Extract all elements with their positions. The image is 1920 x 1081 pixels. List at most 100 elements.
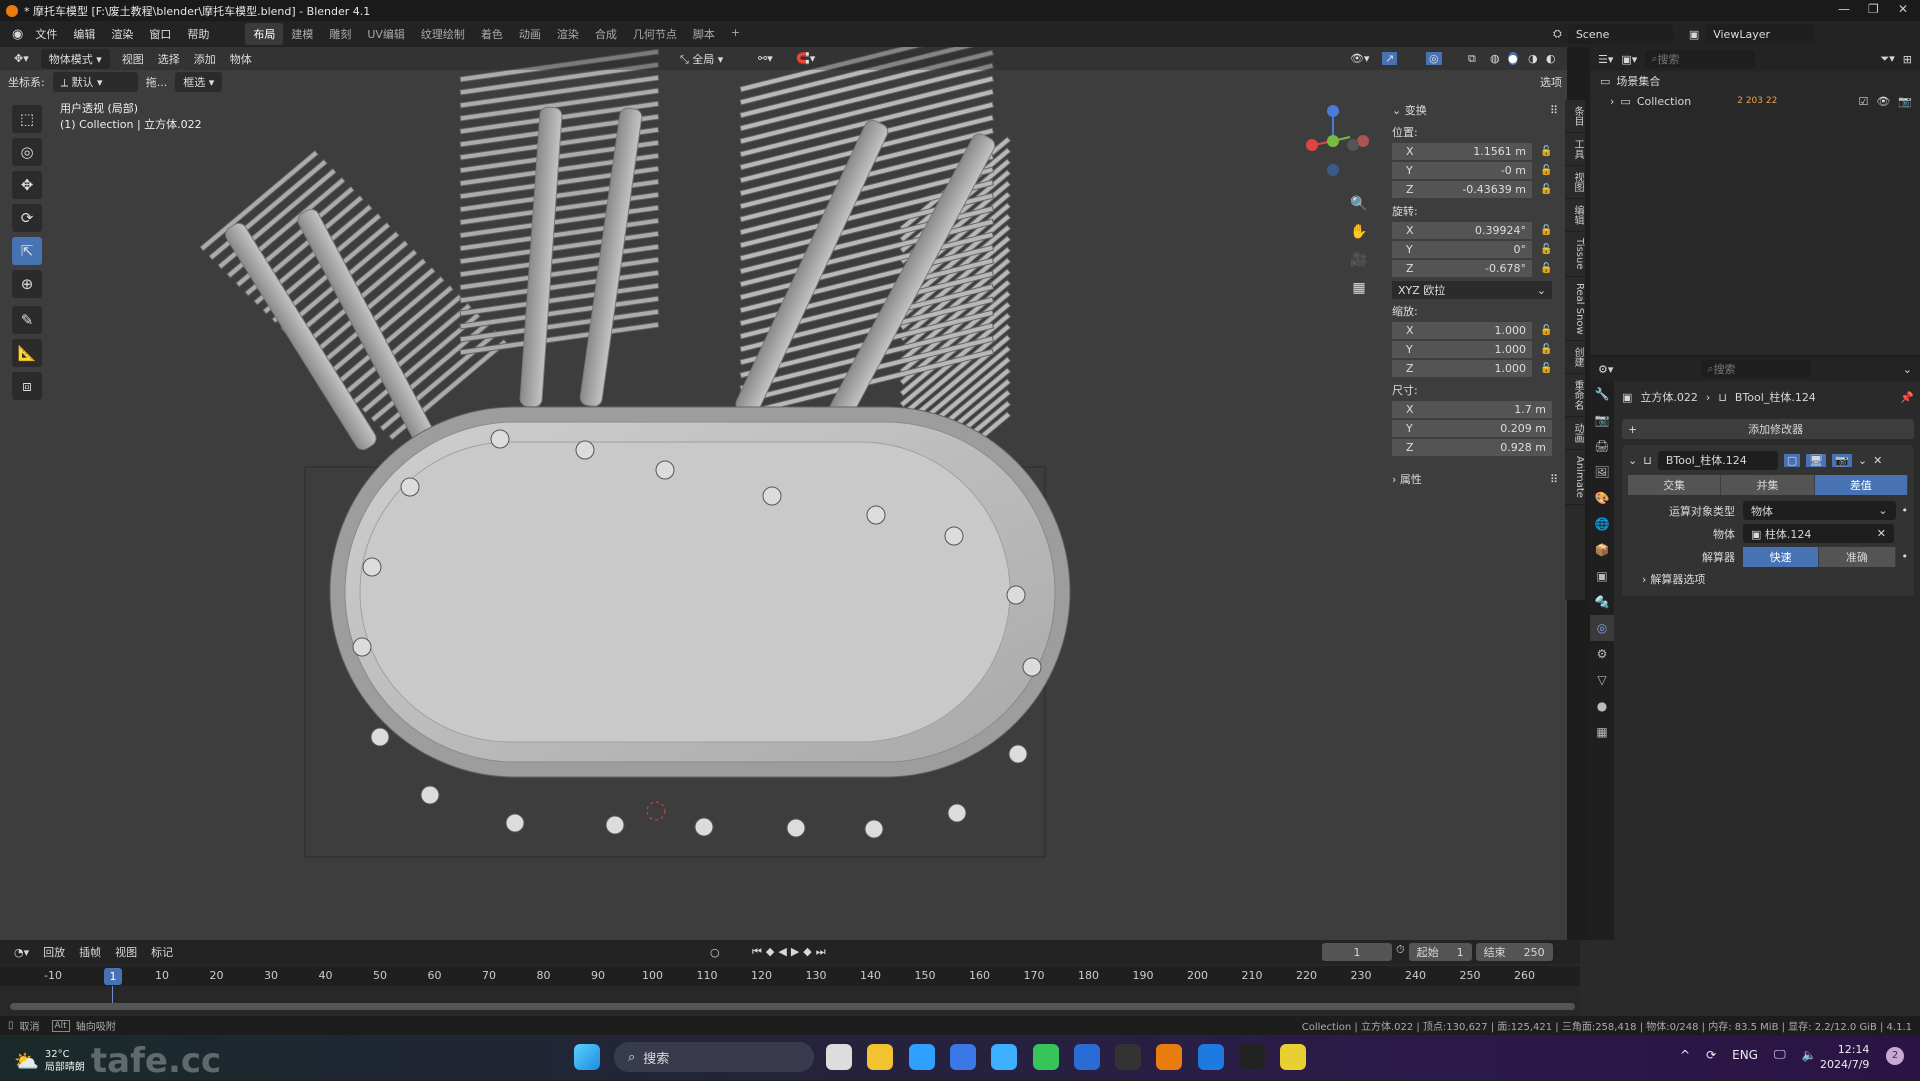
steam-icon[interactable] xyxy=(1115,1044,1142,1070)
menu-item[interactable]: 渲染 xyxy=(103,26,141,42)
solver-button[interactable]: 快速 xyxy=(1743,546,1820,567)
blender-menu-icon[interactable]: ◉ xyxy=(12,27,23,42)
store-icon[interactable] xyxy=(867,1044,894,1070)
edge-icon[interactable] xyxy=(1032,1044,1059,1070)
lock-icon[interactable]: 🔓 xyxy=(1540,263,1552,274)
timeline-menu[interactable]: 视图 xyxy=(115,944,137,960)
solver-options-section[interactable]: › 解算器选项 xyxy=(1628,568,1908,590)
modifier-menu-icon[interactable]: ⌄ xyxy=(1858,454,1867,467)
timeline-menu[interactable]: 标记 xyxy=(151,944,173,960)
properties-tab-icon[interactable]: 📦 xyxy=(1590,537,1614,563)
collection-row[interactable]: › ▭ Collection 2 203 22 ☑ 👁 📷 xyxy=(1590,91,1920,111)
transform-orientation-dropdown[interactable]: ⤡ 全局 ▾ xyxy=(680,51,723,67)
coord-system-dropdown[interactable]: ⟂ 默认 ▾ xyxy=(52,71,138,92)
app-icon[interactable] xyxy=(991,1044,1018,1070)
exclude-checkbox[interactable]: ☑ xyxy=(1858,95,1868,108)
annotate-tool-icon[interactable]: ✎ xyxy=(12,306,42,334)
timeline-menu[interactable]: 回放 xyxy=(43,944,65,960)
dimensions-z-field[interactable]: Z 0.928 m xyxy=(1392,438,1552,457)
transform-section-header[interactable]: ⌄ 变换 ⠿ xyxy=(1392,100,1558,120)
properties-tab-icon[interactable]: 🌐 xyxy=(1590,511,1614,537)
windows-start-icon[interactable] xyxy=(574,1044,600,1070)
start-frame-field[interactable]: 起始 1 xyxy=(1408,943,1472,961)
properties-tab-icon[interactable]: 🖼 xyxy=(1590,459,1614,485)
viewport-menu[interactable]: 添加 xyxy=(194,51,216,67)
taskbar-search[interactable]: ⌕ 搜索 xyxy=(614,1042,814,1072)
viewport-menu[interactable]: 视图 xyxy=(122,51,144,67)
lock-icon[interactable]: 🔓 xyxy=(1540,363,1552,374)
display-mode-icon[interactable]: ☰▾ xyxy=(1598,53,1613,66)
scene-field[interactable]: Scene xyxy=(1567,24,1673,44)
task-view-icon[interactable] xyxy=(826,1044,852,1070)
workspace-tab[interactable]: 雕刻 xyxy=(321,23,359,45)
menu-item[interactable]: 帮助 xyxy=(179,26,217,42)
wireframe-shading-icon[interactable]: ◍ xyxy=(1490,52,1500,65)
current-frame-field[interactable]: 1 xyxy=(1322,943,1392,961)
workspace-tab[interactable]: 着色 xyxy=(473,23,511,45)
workspace-tab[interactable]: + xyxy=(723,23,748,45)
sidebar-tab[interactable]: 编辑 xyxy=(1565,199,1585,232)
scale-z-field[interactable]: Z 1.000 xyxy=(1392,359,1532,378)
properties-tab-icon[interactable]: ▣ xyxy=(1590,563,1614,589)
workspace-tab[interactable]: 渲染 xyxy=(549,23,587,45)
snap-icon[interactable]: 🧲▾ xyxy=(796,52,815,65)
properties-tab-icon[interactable]: 🔩 xyxy=(1590,589,1614,615)
scale-x-field[interactable]: X 1.000 xyxy=(1392,321,1532,340)
sync-icon[interactable]: ⟳ xyxy=(1706,1048,1716,1062)
select-mode-dropdown[interactable]: 框选 ▾ xyxy=(175,71,223,92)
3d-cursor-icon[interactable] xyxy=(646,801,666,821)
lock-icon[interactable]: 🔓 xyxy=(1540,344,1552,355)
workspace-tab[interactable]: UV编辑 xyxy=(359,23,413,45)
wechat-icon[interactable] xyxy=(1073,1044,1100,1070)
scene-collection-row[interactable]: ▭ 场景集合 xyxy=(1590,71,1920,91)
options-dropdown[interactable]: 选项 xyxy=(1540,74,1562,90)
rendered-shading-icon[interactable]: ◐ xyxy=(1546,52,1556,65)
mode-dropdown[interactable]: 物体模式 ▾ xyxy=(40,48,110,69)
location-z-field[interactable]: Z -0.43639 m xyxy=(1392,180,1532,199)
properties-tab-icon[interactable]: 🖨 xyxy=(1590,433,1614,459)
end-frame-field[interactable]: 结束 250 xyxy=(1475,943,1553,961)
pin-icon[interactable]: 📌 xyxy=(1900,391,1914,404)
eye-icon[interactable]: 👁 xyxy=(1876,95,1890,108)
remove-modifier-icon[interactable]: ✕ xyxy=(1873,454,1882,467)
properties-section-header[interactable]: › 属性 ⠿ xyxy=(1392,469,1558,489)
playback-controls[interactable]: ⏮◆◀▶◆⏭ xyxy=(752,945,830,959)
expand-icon[interactable]: › xyxy=(1610,95,1614,108)
timeline-scrollbar[interactable] xyxy=(10,1003,1575,1010)
solver-button[interactable]: 准确 xyxy=(1819,546,1896,567)
location-x-field[interactable]: X 1.1561 m xyxy=(1392,142,1532,161)
blender-taskbar-icon[interactable] xyxy=(1197,1044,1224,1070)
editor-type-icon[interactable]: ✥▾ xyxy=(14,52,29,65)
rotation-mode-dropdown[interactable]: XYZ 欧拉 ⌄ xyxy=(1392,281,1552,299)
sidebar-tab[interactable]: 视图 xyxy=(1565,166,1585,199)
scale-y-field[interactable]: Y 1.000 xyxy=(1392,340,1532,359)
visibility-icon[interactable]: 👁▾ xyxy=(1350,52,1370,65)
sidebar-tab[interactable]: 动画 xyxy=(1565,417,1585,451)
navigation-gizmo[interactable] xyxy=(1298,99,1378,179)
properties-tab-icon[interactable]: ⚙ xyxy=(1590,641,1614,667)
properties-tab-icon[interactable]: ▽ xyxy=(1590,667,1614,693)
rotation-y-field[interactable]: Y 0° xyxy=(1392,240,1532,259)
viewport-menu[interactable]: 选择 xyxy=(158,51,180,67)
dimensions-y-field[interactable]: Y 0.209 m xyxy=(1392,419,1552,438)
workspace-tab[interactable]: 脚本 xyxy=(685,23,723,45)
volume-icon[interactable]: 🔈 xyxy=(1802,1048,1817,1062)
view-layer-icon[interactable]: ▣ xyxy=(1689,28,1699,41)
timeline-menu[interactable]: 插帧 xyxy=(79,944,101,960)
operation-button[interactable]: 差值 xyxy=(1814,475,1908,495)
lock-icon[interactable]: 🔓 xyxy=(1540,146,1552,157)
sidebar-tab[interactable]: Real Snow xyxy=(1565,277,1585,342)
ortho-grid-icon[interactable]: ▦ xyxy=(1347,276,1371,300)
sidebar-tab[interactable]: Tissue xyxy=(1565,232,1585,277)
add-modifier-button[interactable]: + 添加修改器 xyxy=(1622,419,1914,439)
clear-object-icon[interactable]: ✕ xyxy=(1877,527,1886,540)
mic-app-icon[interactable] xyxy=(949,1044,976,1070)
language-indicator[interactable]: ENG xyxy=(1732,1048,1758,1062)
app-icon[interactable] xyxy=(1239,1044,1265,1070)
properties-tab-icon[interactable]: ● xyxy=(1590,693,1614,719)
select-box-tool-icon[interactable]: ⬚ xyxy=(12,105,42,133)
viewport-menu[interactable]: 物体 xyxy=(230,51,252,67)
editor-type-icon[interactable]: ◔▾ xyxy=(14,946,29,959)
drag-handle-icon[interactable]: ⠿ xyxy=(1550,104,1558,117)
xray-icon[interactable]: ⧉ xyxy=(1468,52,1476,66)
